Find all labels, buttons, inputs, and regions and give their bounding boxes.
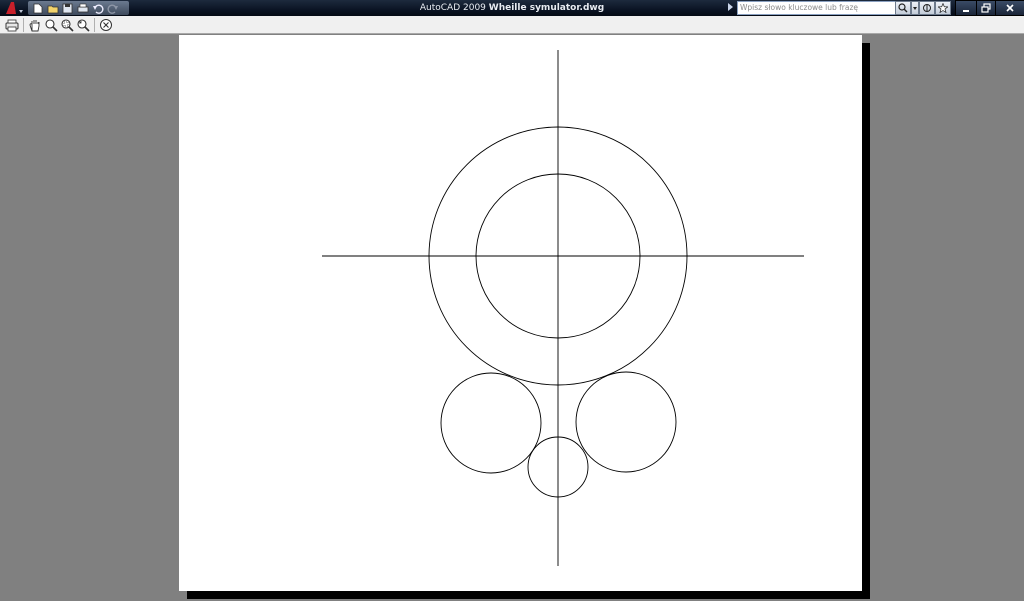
right-roller-circle xyxy=(575,371,677,473)
close-icon xyxy=(1006,4,1014,12)
search-input[interactable]: Wpisz słowo kluczowe lub frazę xyxy=(737,1,896,15)
open-icon xyxy=(47,5,58,13)
open-button[interactable] xyxy=(46,2,59,14)
close-preview-icon xyxy=(100,18,112,31)
undo-icon xyxy=(92,3,104,14)
undo-button[interactable] xyxy=(91,2,104,14)
search-expand-arrow-icon[interactable] xyxy=(728,3,733,11)
left-roller-circle xyxy=(440,372,542,474)
close-preview-button[interactable] xyxy=(98,17,114,33)
new-icon xyxy=(33,3,43,13)
title-bar: AutoCAD 2009 Wheille symulator.dwg Wpisz… xyxy=(0,0,1024,17)
pan-button[interactable] xyxy=(27,17,43,33)
restore-button[interactable] xyxy=(976,0,996,16)
zoom-button[interactable] xyxy=(43,17,59,33)
application-menu-button[interactable] xyxy=(1,0,25,16)
zoom-original-icon xyxy=(77,18,90,32)
minimize-button[interactable] xyxy=(955,0,977,16)
search-button[interactable] xyxy=(895,1,911,15)
redo-button[interactable] xyxy=(106,2,119,14)
communication-center-button[interactable] xyxy=(919,1,935,15)
minimize-icon xyxy=(963,10,969,12)
print-icon xyxy=(5,19,19,31)
plot-preview-toolbar xyxy=(0,16,1024,34)
plot-button[interactable] xyxy=(76,2,89,14)
star-icon xyxy=(938,3,948,13)
print-button[interactable] xyxy=(4,17,20,33)
quick-access-toolbar xyxy=(28,1,129,15)
toolbar-separator xyxy=(23,17,24,32)
search-placeholder: Wpisz słowo kluczowe lub frazę xyxy=(740,3,859,12)
restore-icon xyxy=(981,3,991,13)
zoom-window-button[interactable] xyxy=(59,17,75,33)
save-icon xyxy=(62,3,73,13)
communication-center-icon xyxy=(923,4,931,12)
chevron-down-icon xyxy=(913,7,917,10)
close-button[interactable] xyxy=(995,0,1024,16)
save-button[interactable] xyxy=(61,2,74,14)
search-options-button[interactable] xyxy=(911,1,919,15)
zoom-window-icon xyxy=(61,18,74,32)
autocad-logo-icon xyxy=(6,2,23,14)
app-name: AutoCAD 2009 xyxy=(419,3,486,13)
drawing-canvas xyxy=(322,50,804,566)
zoom-icon xyxy=(45,18,58,32)
zoom-original-button[interactable] xyxy=(75,17,91,33)
favorites-button[interactable] xyxy=(935,1,951,15)
pan-icon xyxy=(29,19,40,31)
plot-icon xyxy=(77,3,88,12)
redo-icon xyxy=(106,3,118,14)
file-name: Wheille symulator.dwg xyxy=(488,3,605,13)
new-button[interactable] xyxy=(31,2,44,14)
toolbar-separator xyxy=(94,17,95,32)
plot-preview-paper[interactable] xyxy=(179,35,862,591)
search-icon xyxy=(898,3,908,13)
